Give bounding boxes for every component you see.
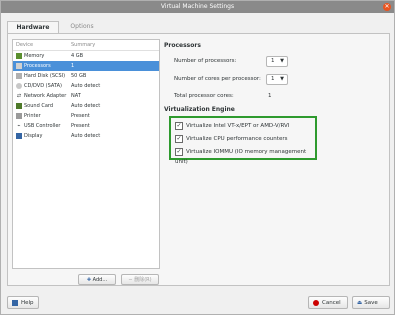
device-name: Processors bbox=[24, 63, 51, 69]
cancel-button[interactable]: Cancel bbox=[308, 296, 348, 309]
device-name: Memory bbox=[24, 53, 45, 59]
device-summary: Present bbox=[71, 113, 90, 119]
device-row-processors[interactable]: Processors 1 bbox=[13, 61, 159, 71]
option-label: Virtualize CPU performance counters bbox=[186, 136, 288, 142]
processor-icon bbox=[16, 63, 22, 69]
device-name: Sound Card bbox=[24, 103, 54, 109]
num-processors-select[interactable]: 1 ▼ bbox=[266, 56, 288, 67]
cores-label: Number of cores per processor: bbox=[174, 76, 261, 82]
add-device-button[interactable]: ✚ Add... bbox=[78, 274, 116, 285]
printer-icon bbox=[16, 113, 22, 119]
num-processors-value: 1 bbox=[271, 58, 275, 64]
processors-title: Processors bbox=[164, 42, 201, 49]
device-summary: 1 bbox=[71, 63, 75, 69]
minus-icon: − bbox=[128, 277, 133, 283]
device-row-memory[interactable]: Memory 4 GB bbox=[13, 51, 159, 61]
device-row-printer[interactable]: Printer Present bbox=[13, 111, 159, 121]
sound-icon bbox=[16, 103, 22, 109]
help-icon bbox=[12, 299, 18, 306]
save-icon: ⏏ bbox=[357, 300, 363, 306]
network-icon: ⇄ bbox=[16, 93, 22, 99]
device-summary: NAT bbox=[71, 93, 81, 99]
device-summary: 4 GB bbox=[71, 53, 84, 59]
remove-device-button[interactable]: − 删除(R) bbox=[121, 274, 159, 285]
cancel-label: Cancel bbox=[322, 300, 341, 306]
save-button[interactable]: ⏏ Save bbox=[352, 296, 390, 309]
device-summary: Auto detect bbox=[71, 103, 101, 109]
device-summary: Auto detect bbox=[71, 133, 101, 139]
chevron-down-icon: ▼ bbox=[280, 76, 284, 82]
plus-icon: ✚ bbox=[86, 277, 92, 283]
device-row-usb[interactable]: ⌁ USB Controller Present bbox=[13, 121, 159, 131]
total-cores-value: 1 bbox=[268, 93, 272, 99]
virtualization-options: ✓ Virtualize Intel VT-x/EPT or AMD-V/RVI … bbox=[169, 116, 317, 165]
device-name: Printer bbox=[24, 113, 41, 119]
title-bar: Virtual Machine Settings ✕ bbox=[1, 1, 394, 13]
device-row-display[interactable]: Display Auto detect bbox=[13, 131, 159, 141]
option-label: Virtualize IOMMU (IO memory management u… bbox=[175, 149, 307, 165]
display-icon bbox=[16, 133, 22, 139]
remove-label: 删除(R) bbox=[134, 277, 152, 283]
device-name: Display bbox=[24, 133, 43, 139]
option-label: Virtualize Intel VT-x/EPT or AMD-V/RVI bbox=[186, 123, 290, 129]
device-name: USB Controller bbox=[24, 123, 61, 129]
hardware-panel: Device Summary Memory 4 GB Processors 1 … bbox=[7, 33, 390, 286]
cores-value: 1 bbox=[271, 76, 275, 82]
memory-icon bbox=[16, 53, 22, 59]
total-cores-label: Total processor cores: bbox=[174, 93, 234, 99]
cd-dvd-icon bbox=[16, 83, 22, 89]
help-button[interactable]: Help bbox=[7, 296, 39, 309]
hard-disk-icon bbox=[16, 73, 22, 79]
device-summary: 50 GB bbox=[71, 73, 87, 79]
usb-icon: ⌁ bbox=[17, 123, 21, 129]
chevron-down-icon: ▼ bbox=[280, 58, 284, 64]
virtualize-cpu-counters-option[interactable]: ✓ Virtualize CPU performance counters bbox=[175, 134, 287, 144]
num-processors-label: Number of processors: bbox=[174, 58, 237, 64]
device-name: Network Adapter bbox=[24, 93, 67, 99]
device-row-cd-dvd[interactable]: CD/DVD (SATA) Auto detect bbox=[13, 81, 159, 91]
device-row-network[interactable]: ⇄ Network Adapter NAT bbox=[13, 91, 159, 101]
add-label: Add... bbox=[92, 277, 108, 283]
checkbox-checked-icon[interactable]: ✓ bbox=[175, 121, 183, 130]
device-list-header: Device Summary bbox=[13, 40, 159, 51]
virtualization-title: Virtualization Engine bbox=[164, 106, 235, 113]
save-label: Save bbox=[364, 300, 378, 306]
settings-window: Virtual Machine Settings ✕ Hardware Opti… bbox=[0, 0, 395, 315]
cores-per-processor-select[interactable]: 1 ▼ bbox=[266, 74, 288, 85]
window-title: Virtual Machine Settings bbox=[160, 3, 235, 10]
help-label: Help bbox=[21, 300, 34, 306]
device-summary: Present bbox=[71, 123, 90, 129]
device-name: CD/DVD (SATA) bbox=[24, 83, 62, 89]
checkbox-checked-icon[interactable]: ✓ bbox=[175, 147, 183, 156]
virtualize-vtx-option[interactable]: ✓ Virtualize Intel VT-x/EPT or AMD-V/RVI bbox=[175, 121, 289, 131]
device-row-hard-disk[interactable]: Hard Disk (SCSI) 50 GB bbox=[13, 71, 159, 81]
device-column-header[interactable]: Device bbox=[16, 40, 33, 50]
close-icon[interactable]: ✕ bbox=[383, 3, 391, 11]
cancel-icon bbox=[313, 299, 319, 306]
device-summary: Auto detect bbox=[71, 83, 101, 89]
summary-column-header[interactable]: Summary bbox=[71, 40, 95, 50]
virtualize-iommu-option[interactable]: ✓ Virtualize IOMMU (IO memory management … bbox=[175, 147, 315, 165]
device-list: Device Summary Memory 4 GB Processors 1 … bbox=[12, 39, 160, 269]
device-name: Hard Disk (SCSI) bbox=[24, 73, 66, 79]
device-row-sound[interactable]: Sound Card Auto detect bbox=[13, 101, 159, 111]
tab-options[interactable]: Options bbox=[59, 21, 105, 33]
checkbox-checked-icon[interactable]: ✓ bbox=[175, 134, 183, 143]
